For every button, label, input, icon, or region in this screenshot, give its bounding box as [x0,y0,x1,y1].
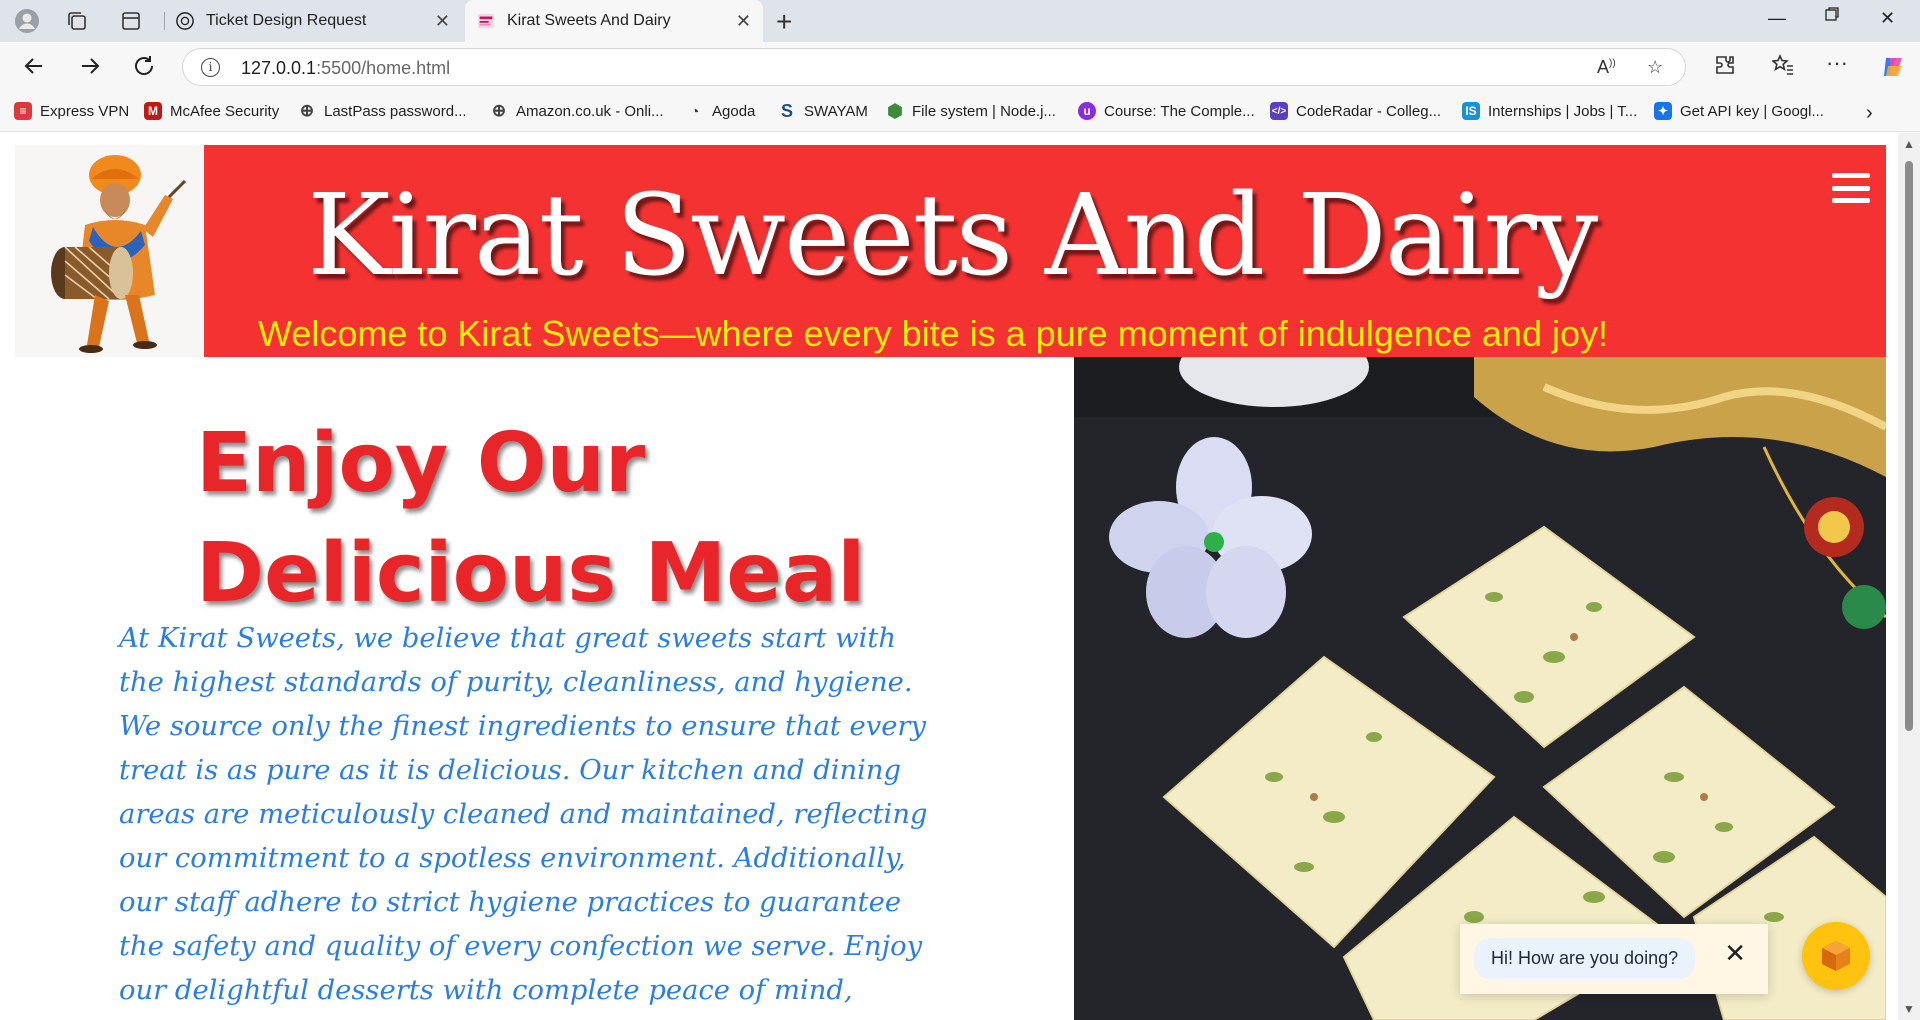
site-favicon [477,13,495,29]
bookmark-amazon[interactable]: ⊕ Amazon.co.uk - Onli... [490,101,664,120]
back-icon[interactable] [22,54,46,85]
bookmark-label: McAfee Security [170,102,280,120]
bookmark-google-api[interactable]: ✦ Get API key | Googl... [1654,102,1824,120]
bookmark-label: Agoda [712,102,756,120]
hero-headline: Enjoy Our Delicious Meal [196,416,866,621]
openai-icon [176,12,194,30]
site-title: Kirat Sweets And Dairy [307,171,1598,301]
site-info-icon[interactable]: i [201,58,220,77]
bookmark-label: Get API key | Googl... [1680,102,1824,120]
tab-close-icon[interactable]: ✕ [736,11,751,32]
tab-title: Ticket Design Request [206,12,367,29]
url-field[interactable]: i 127.0.0.1:5500/home.html A)) ☆ [182,48,1686,86]
bookmark-udemy[interactable]: u Course: The Comple... [1078,102,1255,120]
tab-close-icon[interactable]: ✕ [435,11,450,32]
workspaces-icon[interactable] [64,8,90,34]
chat-launcher-button[interactable] [1802,922,1870,990]
mcafee-icon: M [144,102,162,120]
chat-popup: Hi! How are you doing? ✕ [1460,924,1768,994]
new-tab-icon[interactable]: + [776,6,792,38]
bookmark-express-vpn[interactable]: ≡ Express VPN [14,102,129,120]
bookmark-label: SWAYAM [804,102,868,120]
agoda-icon: ◔ [690,103,700,119]
bookmark-agoda[interactable]: ◔ Agoda [686,102,756,120]
bookmark-label: File system | Node.j... [912,102,1056,120]
tab-ticket-design[interactable]: Ticket Design Request ✕ [164,0,462,42]
chat-close-icon[interactable]: ✕ [1724,938,1746,969]
chat-cube-icon [1822,941,1850,971]
tab-actions-icon[interactable] [118,8,144,34]
more-menu-icon[interactable]: ··· [1826,50,1848,76]
read-aloud-icon[interactable]: A)) [1597,57,1616,78]
swayam-icon: S [780,100,793,121]
site-tagline: Welcome to Kirat Sweets—where every bite… [258,313,1608,354]
profile-icon[interactable] [14,8,40,34]
bookmark-label: Amazon.co.uk - Onli... [516,102,664,120]
bookmark-swayam[interactable]: S SWAYAM [778,100,868,121]
scroll-down-icon[interactable]: ▼ [1903,1002,1915,1016]
bookmark-label: Course: The Comple... [1104,102,1255,120]
coderadar-icon: </> [1270,102,1288,120]
barfi-image [1074,357,1886,1020]
bookmark-mcafee[interactable]: M McAfee Security [144,102,279,120]
bookmark-label: Express VPN [40,102,130,120]
bhangra-drummer-logo [51,155,187,353]
bookmark-nodejs[interactable]: ⬢ File system | Node.j... [886,100,1056,121]
address-bar-row: i 127.0.0.1:5500/home.html A)) ☆ ··· [0,42,1920,92]
expressvpn-icon: ≡ [14,102,32,120]
bookmark-lastpass[interactable]: ⊕ LastPass password... [298,101,467,120]
internshala-icon: IS [1462,102,1480,120]
logo[interactable] [15,145,204,357]
forward-icon[interactable] [78,54,102,85]
favorite-star-icon[interactable]: ☆ [1647,57,1663,78]
hamburger-menu-icon[interactable] [1832,173,1870,203]
bookmark-coderadar[interactable]: </> CodeRadar - Colleg... [1270,102,1441,120]
tab-title: Kirat Sweets And Dairy [507,12,671,29]
page-viewport: Kirat Sweets And Dairy Welcome to Kirat … [0,133,1920,1020]
browser-tab-bar: Ticket Design Request ✕ Kirat Sweets And… [0,0,1920,42]
nodejs-icon: ⬢ [887,100,903,121]
close-window-icon[interactable]: ✕ [1880,8,1895,29]
bookmark-label: CodeRadar - Colleg... [1296,102,1442,120]
page-scrollbar[interactable]: ▲ ▼ [1898,133,1920,1020]
bookmark-label: LastPass password... [324,102,467,120]
globe-icon: ⊕ [299,101,315,120]
hero-description: At Kirat Sweets, we believe that great s… [119,623,928,1020]
site-header: Kirat Sweets And Dairy Welcome to Kirat … [15,145,1886,357]
tab-kirat-sweets[interactable]: Kirat Sweets And Dairy ✕ [465,0,763,42]
copilot-icon[interactable] [1880,54,1906,86]
udemy-icon: u [1078,102,1096,120]
sweets-photo [1074,357,1886,1020]
restore-icon[interactable] [1824,6,1840,27]
minimize-icon[interactable]: — [1768,8,1786,29]
bookmark-label: Internships | Jobs | T... [1488,102,1638,120]
bookmarks-overflow-icon[interactable]: › [1866,102,1873,125]
scroll-up-icon[interactable]: ▲ [1903,137,1915,151]
bookmarks-bar: ≡ Express VPN M McAfee Security ⊕ LastPass … [0,92,1920,132]
globe-icon: ⊕ [491,101,507,120]
bookmark-internshala[interactable]: IS Internships | Jobs | T... [1462,102,1637,120]
url-text: 127.0.0.1:5500/home.html [241,58,451,78]
google-ai-icon: ✦ [1654,102,1672,120]
chat-greeting[interactable]: Hi! How are you doing? [1474,938,1696,979]
favorites-icon[interactable] [1771,54,1794,82]
refresh-icon[interactable] [132,54,156,85]
extensions-icon[interactable] [1714,54,1736,82]
scrollbar-thumb[interactable] [1905,161,1913,731]
